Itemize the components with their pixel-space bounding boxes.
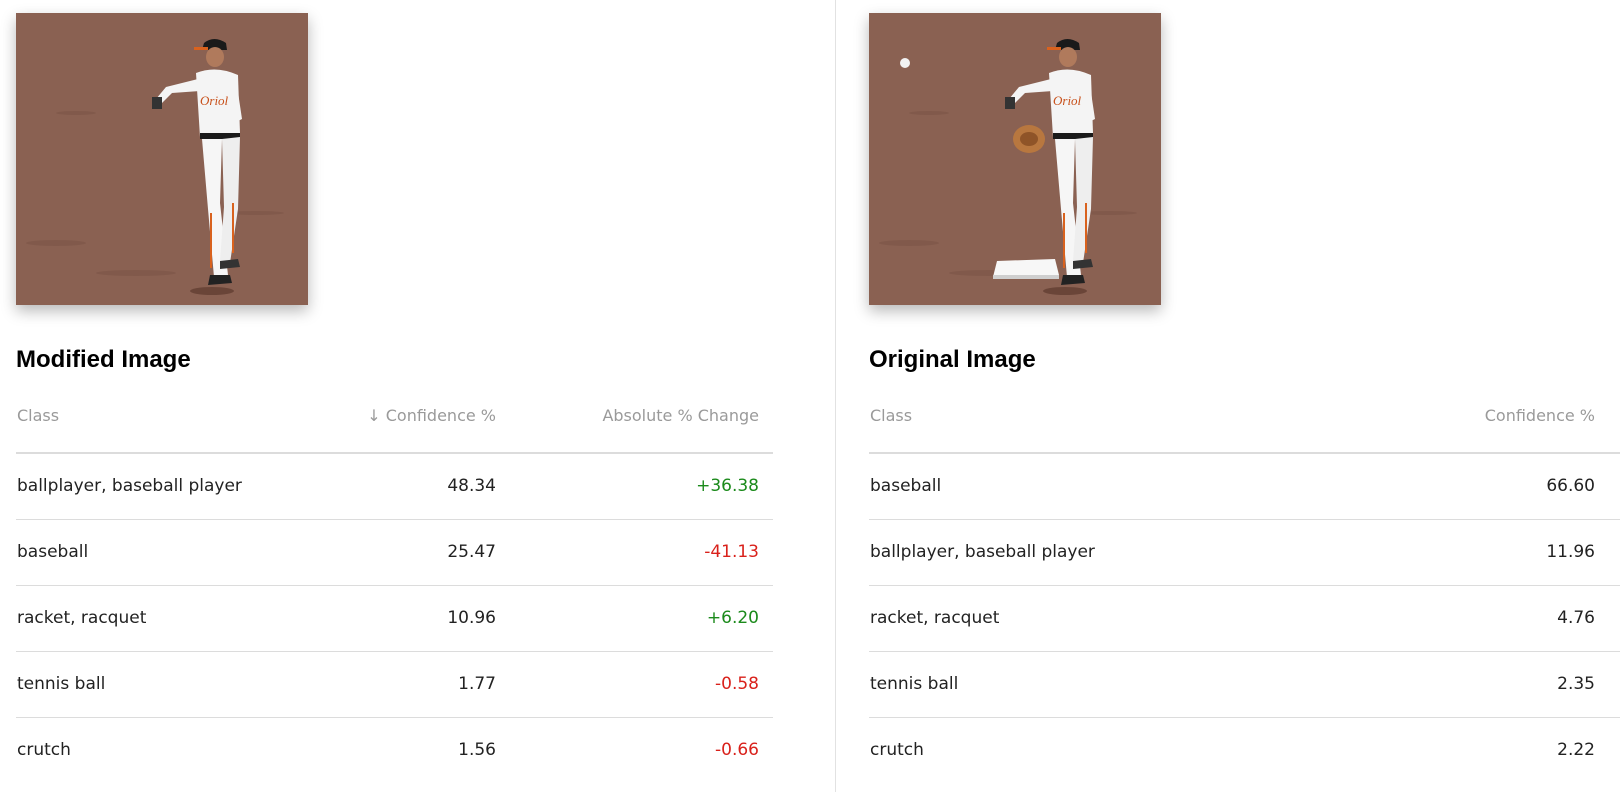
confidence-cell: 2.35 [1338,651,1620,718]
class-cell: ballplayer, baseball player [869,519,1339,586]
confidence-cell: 10.96 [306,585,496,652]
table-header-row: Class ↓ Confidence % Absolute % Change [16,388,773,454]
modified-image: Orioles [16,13,308,305]
column-header-absolute-change[interactable]: Absolute % Change [496,388,759,454]
table-row: tennis ball 2.35 [869,651,1620,718]
modified-predictions-table: Class ↓ Confidence % Absolute % Change b… [16,388,773,783]
confidence-cell: 4.76 [1338,585,1620,652]
confidence-cell: 11.96 [1338,519,1620,586]
column-header-class[interactable]: Class [869,388,1339,454]
column-header-confidence-sorted[interactable]: ↓ Confidence % [306,388,496,454]
original-image-title: Original Image [869,346,1036,373]
spacer-cell [759,519,773,586]
panel-divider [835,0,836,792]
confidence-cell: 25.47 [306,519,496,586]
class-cell: crutch [870,740,924,761]
player-photo-modified: Orioles [16,13,308,305]
column-header-confidence[interactable]: Confidence % [1338,388,1620,454]
original-predictions-table: Class Confidence % baseball 66.60 ballpl… [869,388,1620,783]
change-cell: -0.58 [496,651,759,718]
table-row: crutch 2.22 [869,717,1620,783]
change-cell: -0.66 [715,740,759,761]
column-header-spacer [759,388,773,454]
table-row: ballplayer, baseball player 11.96 [869,519,1620,586]
confidence-cell: 66.60 [1338,453,1620,520]
class-cell: tennis ball [16,651,306,718]
table-row: tennis ball 1.77 -0.58 [16,651,773,718]
class-cell: baseball [869,453,1339,520]
spacer-cell [759,453,773,520]
original-image: Orioles [869,13,1161,305]
table-row: crutch 1.56 -0.66 [16,717,773,783]
table-row: baseball 66.60 [869,453,1620,520]
table-row: racket, racquet 4.76 [869,585,1620,652]
class-cell: baseball [16,519,306,586]
class-cell: ballplayer, baseball player [16,453,306,520]
spacer-cell [759,651,773,718]
comparison-page: Orioles Modified Image Class ↓ Confidenc… [0,0,1620,792]
change-cell: -41.13 [496,519,759,586]
spacer-cell [759,717,773,783]
change-cell: +6.20 [496,585,759,652]
spacer-cell [759,585,773,652]
class-cell: crutch [17,740,71,761]
class-cell: racket, racquet [16,585,306,652]
confidence-cell: 2.22 [1557,740,1595,761]
player-photo-original: Orioles [869,13,1161,305]
confidence-cell: 1.56 [458,740,496,761]
change-cell: +36.38 [496,453,759,520]
table-header-row: Class Confidence % [869,388,1620,454]
class-cell: racket, racquet [869,585,1339,652]
table-row: baseball 25.47 -41.13 [16,519,773,586]
table-row: racket, racquet 10.96 +6.20 [16,585,773,652]
confidence-cell: 1.77 [306,651,496,718]
class-cell: tennis ball [869,651,1339,718]
modified-image-title: Modified Image [16,346,191,373]
confidence-cell: 48.34 [306,453,496,520]
table-row: ballplayer, baseball player 48.34 +36.38 [16,453,773,520]
column-header-class[interactable]: Class [16,388,306,454]
